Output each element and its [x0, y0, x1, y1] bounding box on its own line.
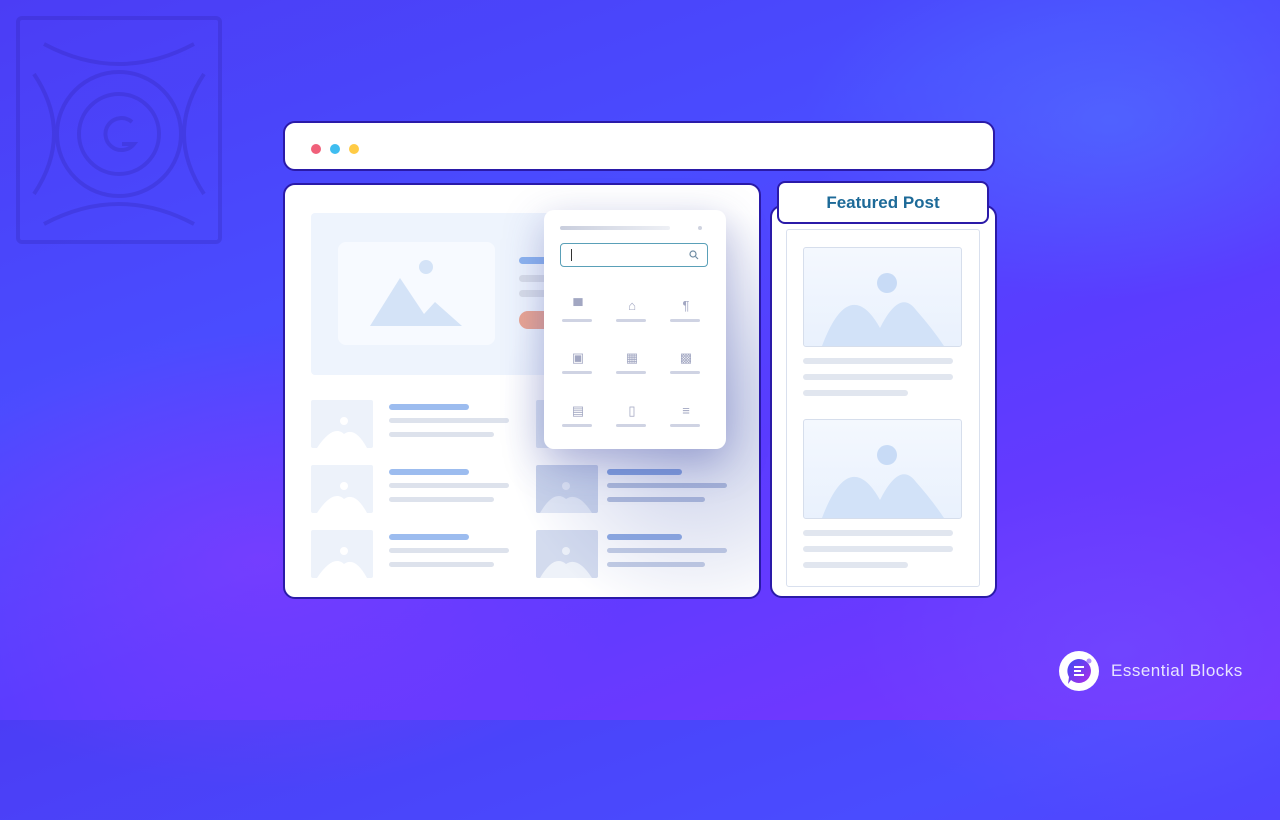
comments-icon: ▤: [571, 403, 585, 418]
featured-post-image: [803, 419, 962, 519]
popup-header-line: [560, 226, 670, 230]
search-icon: [689, 250, 699, 260]
browser-window-bar: [283, 121, 995, 171]
post-text-line: [803, 358, 953, 364]
block-item-columns[interactable]: ▦: [612, 350, 652, 390]
block-item-bookmark[interactable]: ▀: [558, 298, 598, 338]
post-text-line: [803, 546, 953, 552]
post-text-line: [803, 530, 953, 536]
featured-post-list: [786, 229, 980, 587]
home-icon: ⌂: [628, 298, 636, 313]
block-item-paragraph[interactable]: ¶: [666, 298, 706, 338]
post-text-line: [389, 432, 494, 437]
block-item-comments[interactable]: ▤: [558, 403, 598, 443]
bookmark-icon: ▀: [573, 298, 583, 313]
window-minimize-button[interactable]: [330, 144, 340, 154]
calendar-icon: ▯: [628, 403, 636, 418]
essential-blocks-logo-icon: [1059, 651, 1099, 691]
post-text-line: [803, 374, 953, 380]
brand-name: Essential Blocks: [1111, 661, 1243, 680]
brand-logo-group: Essential Blocks: [1059, 651, 1243, 691]
window-maximize-button[interactable]: [349, 144, 359, 154]
popup-close-icon[interactable]: [698, 226, 702, 230]
post-text-line: [803, 390, 908, 396]
post-title-line: [389, 534, 469, 540]
image-icon: ▣: [571, 350, 585, 365]
post-thumbnail: [311, 465, 373, 513]
post-text-line: [389, 497, 494, 502]
block-item-home[interactable]: ⌂: [612, 298, 652, 338]
featured-post-image: [803, 247, 962, 347]
post-title-line: [389, 404, 469, 410]
post-text-line: [389, 562, 494, 567]
block-item-align-left[interactable]: ≡: [666, 403, 706, 443]
image-placeholder-icon: [370, 260, 462, 326]
post-thumbnail: [311, 400, 373, 448]
gutenberg-pattern-icon: [16, 16, 222, 244]
post-text-line: [803, 562, 908, 568]
post-thumbnail: [311, 530, 373, 578]
window-close-button[interactable]: [311, 144, 321, 154]
paragraph-icon: ¶: [682, 298, 690, 313]
columns-icon: ▦: [625, 350, 639, 365]
block-inserter-popup: ▀ ⌂ ¶ ▣ ▦ ▩ ▤ ▯ ≡: [544, 210, 726, 449]
align-left-icon: ≡: [682, 403, 690, 418]
hero-image-placeholder: [338, 242, 495, 345]
block-item-calendar[interactable]: ▯: [612, 403, 652, 443]
featured-post-title: Featured Post: [777, 181, 989, 224]
block-item-image[interactable]: ▣: [558, 350, 598, 390]
block-search-input[interactable]: [560, 243, 708, 267]
block-item-gallery[interactable]: ▩: [666, 350, 706, 390]
featured-post-panel: [770, 205, 997, 598]
gallery-icon: ▩: [679, 350, 693, 365]
post-title-line: [389, 469, 469, 475]
text-cursor: [571, 249, 572, 261]
